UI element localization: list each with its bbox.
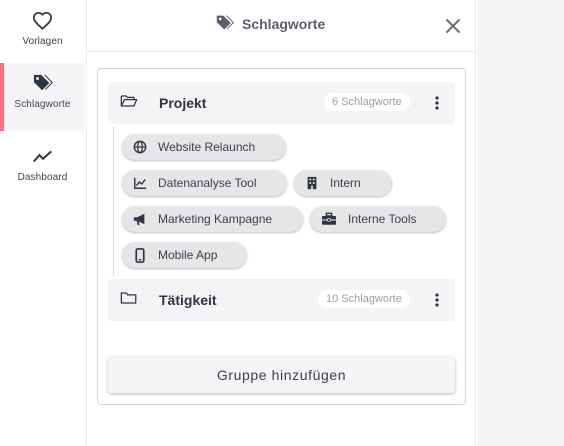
panel-header: Schlagworte [87,0,476,52]
nav-label: Vorlagen [22,36,63,47]
tag-count-badge: 10 Schlagworte [318,290,410,308]
schlagworte-panel: Schlagworte Projekt 6 Schlagworte Websit… [86,0,476,446]
panel-title-text: Schlagworte [242,16,326,32]
group-header-projekt[interactable]: Projekt 6 Schlagworte [108,82,455,124]
tag-label: Interne Tools [348,212,417,226]
close-button[interactable] [443,16,463,36]
folder-open-icon [120,93,138,114]
heart-icon [32,10,54,30]
nav-label: Dashboard [17,172,68,183]
toolbox-icon [321,212,337,226]
background-area [477,0,564,446]
add-group-button[interactable]: Gruppe hinzufügen [108,357,455,393]
group-header-taetigkeit[interactable]: Tätigkeit 10 Schlagworte [108,279,455,321]
nav-item-dashboard[interactable]: Dashboard [0,136,85,204]
building-icon [305,176,319,190]
megaphone-icon [133,212,147,226]
tag-label: Website Relaunch [158,140,256,154]
tag-chip-datenanalyse-tool[interactable]: Datenanalyse Tool [122,170,287,196]
tag-groups-card: Projekt 6 Schlagworte Website Relaunch D… [97,68,466,405]
chart-line-icon [133,176,147,190]
group-menu-button[interactable] [429,94,445,112]
globe-icon [133,140,147,154]
tag-list: Website Relaunch Datenanalyse Tool Inter… [113,127,453,275]
left-navigation: Vorlagen Schlagworte Dashboard [0,0,86,446]
nav-item-schlagworte[interactable]: Schlagworte [0,63,85,131]
group-name: Projekt [159,95,207,111]
tag-chip-interne-tools[interactable]: Interne Tools [310,206,446,232]
tag-label: Mobile App [158,248,218,262]
tag-chip-mobile-app[interactable]: Mobile App [122,242,247,268]
tag-chip-intern[interactable]: Intern [294,170,392,196]
tag-label: Marketing Kampagne [158,212,273,226]
more-vertical-icon [435,96,439,110]
nav-item-vorlagen[interactable]: Vorlagen [0,0,85,68]
group-name: Tätigkeit [159,292,217,308]
group-menu-button[interactable] [429,291,445,309]
tag-chip-website-relaunch[interactable]: Website Relaunch [122,134,286,160]
tag-label: Intern [330,176,361,190]
more-vertical-icon [435,293,439,307]
tag-count-badge: 6 Schlagworte [324,93,410,111]
app-root: Vorlagen Schlagworte Dashboard Schlagwor… [0,0,564,446]
tag-chip-marketing-kampagne[interactable]: Marketing Kampagne [122,206,303,232]
mobile-icon [133,247,147,263]
tag-icon [215,14,235,35]
tag-label: Datenanalyse Tool [158,176,257,190]
panel-title: Schlagworte [215,12,325,36]
nav-label: Schlagworte [14,99,71,110]
folder-icon [120,290,138,311]
trend-line-icon [32,146,54,166]
close-icon [446,19,460,33]
tag-icon [32,73,54,93]
